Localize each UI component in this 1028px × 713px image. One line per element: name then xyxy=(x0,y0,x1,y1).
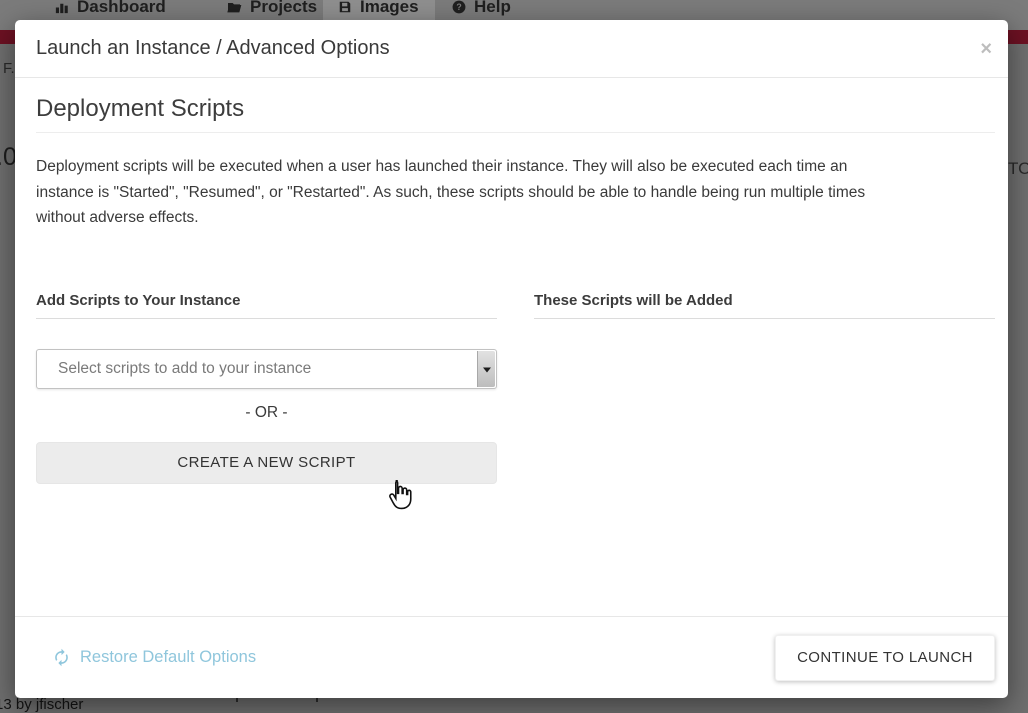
background-text-fragment: F. xyxy=(3,60,15,77)
background-text-fragment: TO xyxy=(1008,159,1028,179)
bar-chart-icon xyxy=(54,0,69,15)
or-separator: - OR - xyxy=(36,404,497,422)
restore-link-label: Restore Default Options xyxy=(80,648,256,667)
description-line: Deployment scripts will be executed when… xyxy=(36,154,995,180)
section-description: Deployment scripts will be executed when… xyxy=(36,154,995,231)
modal-header: Launch an Instance / Advanced Options × xyxy=(15,20,1008,78)
create-new-script-button[interactable]: CREATE A NEW SCRIPT xyxy=(36,442,497,484)
modal-body: Deployment Scripts Deployment scripts wi… xyxy=(15,95,1008,484)
nav-item-label: Images xyxy=(360,0,419,17)
nav-item-label: Dashboard xyxy=(77,0,166,17)
added-scripts-column: These Scripts will be Added xyxy=(534,292,995,484)
chevron-down-icon[interactable] xyxy=(477,351,495,387)
advanced-options-modal: Launch an Instance / Advanced Options × … xyxy=(15,20,1008,698)
nav-item-help[interactable]: ? Help xyxy=(452,0,511,18)
nav-item-projects[interactable]: Projects xyxy=(226,0,317,18)
add-scripts-header: Add Scripts to Your Instance xyxy=(36,292,497,319)
add-scripts-column: Add Scripts to Your Instance Select scri… xyxy=(36,292,497,484)
nav-item-images[interactable]: Images xyxy=(338,0,419,18)
continue-to-launch-button[interactable]: CONTINUE TO LAUNCH xyxy=(775,635,995,681)
background-text-fragment: 13 by jfischer xyxy=(0,696,83,713)
nav-item-label: Help xyxy=(474,0,511,17)
modal-footer: Restore Default Options CONTINUE TO LAUN… xyxy=(15,616,1008,698)
svg-text:?: ? xyxy=(456,2,461,12)
refresh-icon xyxy=(52,648,71,667)
description-line: instance is "Started", "Resumed", or "Re… xyxy=(36,180,995,206)
section-heading: Deployment Scripts xyxy=(36,95,995,133)
scripts-select-placeholder: Select scripts to add to your instance xyxy=(37,360,311,378)
folder-icon xyxy=(226,0,242,14)
scripts-select[interactable]: Select scripts to add to your instance xyxy=(36,349,497,389)
restore-default-options-link[interactable]: Restore Default Options xyxy=(52,648,256,667)
nav-item-label: Projects xyxy=(250,0,317,17)
close-icon[interactable]: × xyxy=(980,39,992,59)
floppy-disk-icon xyxy=(338,0,352,14)
description-line: without adverse effects. xyxy=(36,205,995,231)
added-scripts-header: These Scripts will be Added xyxy=(534,292,995,319)
modal-title: Launch an Instance / Advanced Options xyxy=(36,37,390,60)
hand-cursor-icon xyxy=(386,479,414,513)
nav-item-dashboard[interactable]: Dashboard xyxy=(54,0,166,18)
help-circle-icon: ? xyxy=(452,0,466,14)
